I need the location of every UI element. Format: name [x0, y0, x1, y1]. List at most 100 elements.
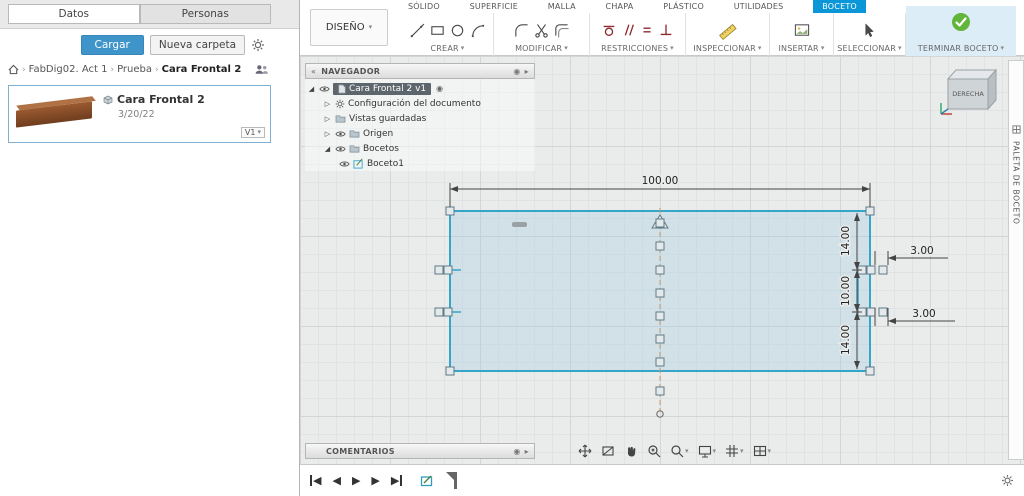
panel-settings-gear-icon[interactable]	[251, 38, 265, 52]
new-folder-button[interactable]: Nueva carpeta	[149, 35, 245, 55]
breadcrumb-item-folder[interactable]: Prueba	[117, 64, 152, 75]
fillet-tool-icon[interactable]	[513, 22, 530, 39]
eye-icon[interactable]	[335, 130, 346, 138]
look-at-icon[interactable]	[601, 444, 615, 458]
tab-utilidades[interactable]: UTILIDADES	[734, 0, 784, 13]
zoom-window-icon[interactable]: ▾	[670, 444, 689, 458]
sketch-palette-tab[interactable]: PALETA DE BOCETO	[1008, 60, 1024, 460]
upload-button[interactable]: Cargar	[80, 35, 144, 55]
palette-grid-icon	[1011, 125, 1021, 134]
expand-open-icon[interactable]: ◢	[307, 85, 316, 93]
viewcube-face-label: DERECHA	[952, 90, 984, 98]
tree-row-doc-settings[interactable]: ▷ Configuración del documento	[305, 96, 535, 111]
crear-dropdown[interactable]: CREAR ▾	[431, 44, 465, 53]
tree-label: Configuración del documento	[348, 98, 481, 109]
folder-icon	[335, 114, 346, 123]
circle-tool-icon[interactable]	[449, 22, 466, 39]
collapse-icon[interactable]: «	[311, 67, 316, 76]
eye-icon[interactable]	[339, 160, 350, 168]
tree-row-saved-views[interactable]: ▷ Vistas guardadas	[305, 111, 535, 126]
folder-icon	[349, 129, 360, 138]
dim-offset-1-value[interactable]: 3.00	[909, 244, 935, 259]
navigator-panel: « NAVEGADOR ◉ ▸ ◢ Cara Frontal 2 v1 ◉ ▷ …	[305, 63, 535, 171]
timeline-play-button[interactable]: ▶	[352, 475, 360, 486]
comments-header[interactable]: COMENTARIOS ◉ ▸	[305, 443, 535, 459]
viewport-canvas[interactable]: 100.00 14.00 10.00 14.00 3.00 3.00 « NAV…	[300, 56, 1024, 464]
tab-plastico[interactable]: PLÁSTICO	[663, 0, 704, 13]
panel-arrow-icon[interactable]: ▸	[525, 67, 529, 76]
viewports-icon[interactable]: ▾	[753, 444, 772, 458]
insertar-dropdown[interactable]: INSERTAR ▾	[778, 44, 824, 53]
seleccionar-dropdown[interactable]: SELECCIONAR ▾	[837, 44, 901, 53]
eye-icon[interactable]	[319, 85, 330, 93]
version-badge[interactable]: V1 ▾	[240, 127, 265, 138]
breadcrumb-item-project[interactable]: FabDig02. Act 1	[29, 64, 108, 75]
eye-icon[interactable]	[335, 145, 346, 153]
dim-right-mid[interactable]: 10.00	[839, 274, 854, 307]
panel-arrow-icon[interactable]: ▸	[525, 447, 529, 456]
select-cursor-icon[interactable]	[861, 22, 878, 39]
tab-chapa[interactable]: CHAPA	[606, 0, 634, 13]
zoom-icon[interactable]	[647, 444, 661, 458]
dim-offset-2-value[interactable]: 3.00	[911, 307, 937, 322]
inspeccionar-dropdown[interactable]: INSPECCIONAR ▾	[693, 44, 761, 53]
target-dot-icon[interactable]: ◉	[513, 447, 520, 456]
dim-width-value[interactable]: 100.00	[640, 174, 680, 189]
expand-closed-icon[interactable]: ▷	[323, 100, 332, 108]
navigator-header[interactable]: « NAVEGADOR ◉ ▸	[305, 63, 535, 79]
tab-personas[interactable]: Personas	[139, 4, 271, 24]
activate-radio-icon[interactable]: ◉	[436, 84, 443, 93]
view-cube[interactable]: DERECHA	[938, 61, 1002, 117]
file-date: 3/20/22	[118, 109, 155, 120]
insert-image-icon[interactable]	[793, 22, 811, 39]
pan-hand-icon[interactable]	[624, 444, 638, 458]
tree-row-sketches[interactable]: ◢ Bocetos	[305, 141, 535, 156]
timeline-sketch-feature-icon[interactable]	[420, 474, 433, 487]
finish-sketch-button[interactable]: TERMINAR BOCETO ▾	[906, 6, 1016, 56]
expand-open-icon[interactable]: ◢	[323, 145, 332, 153]
file-meta: Cara Frontal 2 3/20/22	[99, 90, 205, 138]
tree-row-sketch1[interactable]: Boceto1	[305, 156, 535, 171]
design-menu-button[interactable]: DISEÑO ▾	[310, 9, 388, 46]
arc-tool-icon[interactable]	[469, 22, 486, 39]
perpendicular-constraint-icon[interactable]	[658, 22, 674, 38]
parallel-constraint-icon[interactable]	[620, 22, 636, 38]
rectangle-tool-icon[interactable]	[429, 22, 446, 39]
timeline-skip-end-button[interactable]: ▶	[391, 475, 403, 486]
line-tool-icon[interactable]	[409, 22, 426, 39]
display-settings-icon[interactable]: ▾	[698, 444, 716, 458]
tangent-constraint-icon[interactable]	[601, 22, 617, 38]
trim-scissors-icon[interactable]	[533, 22, 550, 39]
expand-closed-icon[interactable]: ▷	[323, 130, 332, 138]
root-component-chip[interactable]: Cara Frontal 2 v1	[333, 82, 432, 95]
timeline-step-forward-button[interactable]: ▶	[371, 475, 379, 486]
tab-solido[interactable]: SÓLIDO	[408, 0, 440, 13]
timeline-settings-gear-icon[interactable]	[1001, 474, 1014, 487]
modificar-dropdown[interactable]: MODIFICAR ▾	[515, 44, 568, 53]
grid-settings-icon[interactable]: ▾	[725, 444, 744, 458]
measure-ruler-icon[interactable]	[718, 21, 737, 40]
equal-constraint-icon[interactable]	[639, 22, 655, 38]
expand-closed-icon[interactable]: ▷	[323, 115, 332, 123]
home-icon[interactable]	[8, 64, 19, 75]
offset-tool-icon[interactable]	[553, 22, 570, 39]
people-share-icon[interactable]	[254, 64, 269, 75]
caret-down-icon: ▾	[767, 446, 772, 455]
tab-datos[interactable]: Datos	[8, 4, 140, 24]
restricciones-dropdown[interactable]: RESTRICCIONES ▾	[601, 44, 674, 53]
timeline-step-back-button[interactable]: ◀	[332, 475, 340, 486]
tree-row-origin[interactable]: ▷ Origen	[305, 126, 535, 141]
caret-down-icon: ▾	[670, 44, 674, 52]
fit-view-icon[interactable]	[578, 444, 592, 458]
dim-right-bottom[interactable]: 14.00	[839, 323, 854, 356]
tab-boceto[interactable]: BOCETO	[813, 0, 866, 13]
tab-superficie[interactable]: SUPERFICIE	[470, 0, 518, 13]
file-card[interactable]: Cara Frontal 2 3/20/22 V1 ▾	[8, 85, 271, 143]
tree-row-root[interactable]: ◢ Cara Frontal 2 v1 ◉	[305, 81, 535, 96]
tab-malla[interactable]: MALLA	[548, 0, 576, 13]
target-dot-icon[interactable]: ◉	[513, 67, 520, 76]
caret-down-icon: ▾	[257, 128, 261, 136]
timeline-skip-start-button[interactable]: ◀	[310, 475, 321, 486]
timeline-position-marker[interactable]	[445, 471, 458, 490]
dim-right-top[interactable]: 14.00	[839, 224, 854, 257]
